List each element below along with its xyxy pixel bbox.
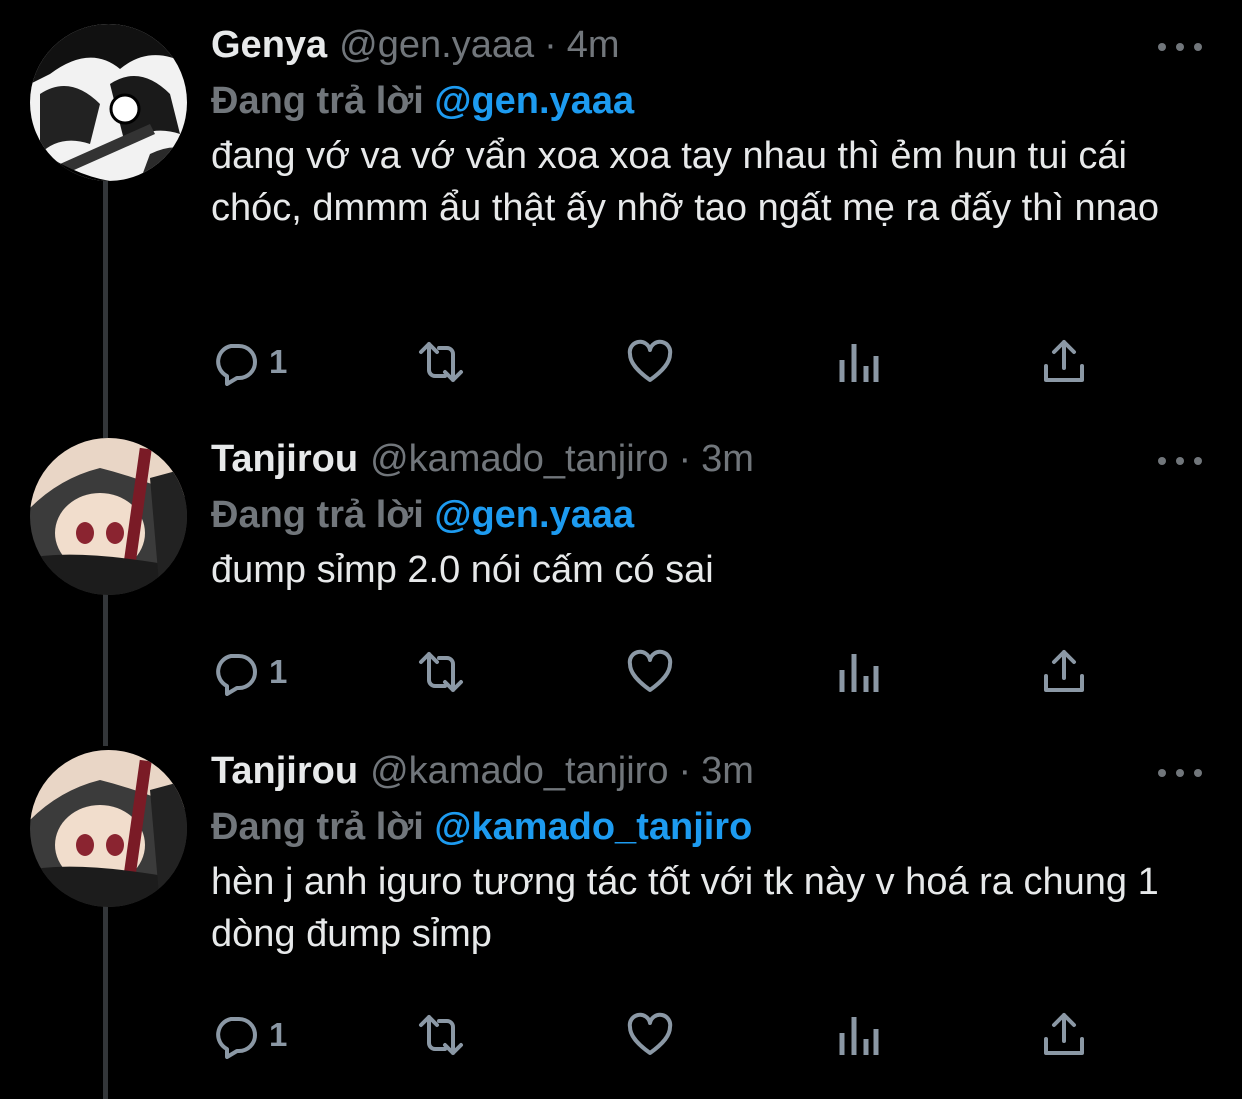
retweet-button[interactable]	[417, 337, 465, 387]
thread-line	[103, 906, 108, 1099]
user-handle[interactable]: @kamado_tanjiro	[370, 438, 668, 481]
analytics-icon	[839, 654, 879, 692]
more-icon[interactable]	[1158, 32, 1202, 62]
avatar-image	[30, 438, 187, 595]
share-icon	[1044, 650, 1084, 692]
like-button[interactable]	[626, 1010, 674, 1060]
timestamp[interactable]: 3m	[701, 750, 754, 793]
reply-icon	[216, 344, 257, 386]
display-name[interactable]: Tanjirou	[211, 750, 358, 793]
retweet-icon	[419, 652, 463, 692]
more-icon[interactable]	[1158, 758, 1202, 788]
action-bar: 1	[211, 337, 1091, 387]
reply-prefix: Đang trả lời	[211, 80, 424, 122]
share-icon	[1044, 1013, 1084, 1055]
views-button[interactable]	[834, 647, 882, 697]
reply-prefix: Đang trả lời	[211, 494, 424, 536]
avatar[interactable]	[30, 750, 187, 907]
like-button[interactable]	[626, 337, 674, 387]
views-button[interactable]	[834, 1010, 882, 1060]
reply-count: 1	[269, 653, 288, 690]
reply-button[interactable]: 1	[211, 1010, 287, 1060]
heart-icon	[627, 649, 673, 692]
avatar-image	[30, 750, 187, 907]
retweet-icon	[419, 1015, 463, 1055]
tweet-text: đump sỉmp 2.0 nói cấm có sai	[211, 549, 714, 591]
tweet-header: Tanjirou @kamado_tanjiro · 3m	[211, 750, 1202, 798]
share-button[interactable]	[1040, 647, 1088, 697]
retweet-button[interactable]	[417, 647, 465, 697]
tweet-text: hèn j anh iguro tương tác tốt với tk này…	[211, 861, 1159, 955]
avatar[interactable]	[30, 438, 187, 595]
share-icon	[1044, 340, 1084, 382]
share-button[interactable]	[1040, 1010, 1088, 1060]
reply-button[interactable]: 1	[211, 337, 287, 387]
separator: ·	[678, 750, 692, 792]
retweet-icon	[419, 342, 463, 382]
tweet-header: Genya @gen.yaaa · 4m	[211, 24, 1202, 72]
avatar-image	[30, 24, 187, 181]
replying-to: Đang trả lời @gen.yaaa	[211, 486, 1202, 544]
heart-icon	[627, 339, 673, 382]
reply-prefix: Đang trả lời	[211, 806, 424, 848]
user-handle[interactable]: @kamado_tanjiro	[370, 750, 668, 793]
views-button[interactable]	[834, 337, 882, 387]
display-name[interactable]: Genya	[211, 24, 327, 67]
reply-mention[interactable]: @gen.yaaa	[434, 494, 634, 536]
avatar[interactable]	[30, 24, 187, 181]
reply-icon	[216, 654, 257, 696]
share-button[interactable]	[1040, 337, 1088, 387]
replying-to: Đang trả lời @kamado_tanjiro	[211, 798, 1202, 856]
separator: ·	[678, 438, 692, 480]
retweet-button[interactable]	[417, 1010, 465, 1060]
timestamp[interactable]: 4m	[567, 24, 620, 67]
tweet-header: Tanjirou @kamado_tanjiro · 3m	[211, 438, 1202, 486]
heart-icon	[627, 1012, 673, 1055]
reply-button[interactable]: 1	[211, 647, 287, 697]
separator: ·	[544, 24, 557, 66]
reply-icon	[216, 1017, 257, 1059]
reply-mention[interactable]: @gen.yaaa	[434, 80, 634, 122]
timestamp[interactable]: 3m	[701, 438, 754, 481]
user-handle[interactable]: @gen.yaaa	[339, 24, 534, 67]
action-bar: 1	[211, 1010, 1091, 1060]
thread-line	[103, 180, 108, 438]
reply-mention[interactable]: @kamado_tanjiro	[434, 806, 752, 848]
analytics-icon	[839, 344, 879, 382]
reply-count: 1	[269, 343, 288, 380]
reply-count: 1	[269, 1016, 288, 1053]
analytics-icon	[839, 1017, 879, 1055]
replying-to: Đang trả lời @gen.yaaa	[211, 72, 1202, 130]
display-name[interactable]: Tanjirou	[211, 438, 358, 481]
action-bar: 1	[211, 647, 1091, 697]
tweet-text: đang vớ va vớ vẩn xoa xoa tay nhau thì ẻ…	[211, 135, 1159, 229]
thread-line	[103, 594, 108, 746]
like-button[interactable]	[626, 647, 674, 697]
more-icon[interactable]	[1158, 446, 1202, 476]
